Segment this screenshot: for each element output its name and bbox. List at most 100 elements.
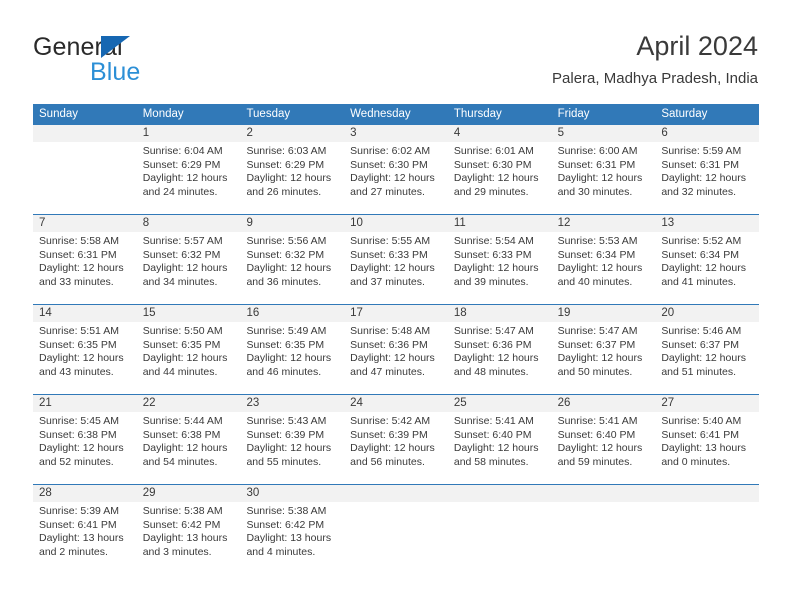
day-cell-23[interactable]: Sunrise: 5:43 AM Sunset: 6:39 PM Daylight:… bbox=[240, 412, 344, 484]
day-cell-14[interactable]: Sunrise: 5:51 AM Sunset: 6:35 PM Daylight:… bbox=[33, 322, 137, 394]
day-cell-30[interactable]: Sunrise: 5:38 AM Sunset: 6:42 PM Daylight:… bbox=[240, 502, 344, 574]
daylight-text-line2: and 44 minutes. bbox=[142, 365, 218, 378]
day-cell-7[interactable]: Sunrise: 5:58 AM Sunset: 6:31 PM Daylight:… bbox=[33, 232, 137, 304]
sunrise-text: Sunrise: 5:42 AM bbox=[350, 415, 431, 427]
day-number-6[interactable]: 6 bbox=[655, 125, 759, 142]
day-number-empty bbox=[448, 485, 552, 502]
day-detail-band: Sunrise: 5:39 AM Sunset: 6:41 PM Daylight:… bbox=[33, 502, 759, 574]
sunrise-text: Sunrise: 5:54 AM bbox=[453, 235, 534, 247]
day-cell-29[interactable]: Sunrise: 5:38 AM Sunset: 6:42 PM Daylight:… bbox=[137, 502, 241, 574]
day-number-27[interactable]: 27 bbox=[655, 395, 759, 412]
day-number-25[interactable]: 25 bbox=[448, 395, 552, 412]
page-subtitle: Palera, Madhya Pradesh, India bbox=[552, 70, 758, 87]
day-number-14[interactable]: 14 bbox=[33, 305, 137, 322]
sunrise-text: Sunrise: 6:04 AM bbox=[142, 145, 223, 157]
day-cell-28[interactable]: Sunrise: 5:39 AM Sunset: 6:41 PM Daylight:… bbox=[33, 502, 137, 574]
day-number-5[interactable]: 5 bbox=[552, 125, 656, 142]
daylight-text-line1: Daylight: 12 hours bbox=[661, 172, 746, 185]
day-cell-27[interactable]: Sunrise: 5:40 AM Sunset: 6:41 PM Daylight:… bbox=[655, 412, 759, 484]
sunrise-text: Sunrise: 5:57 AM bbox=[142, 235, 223, 247]
day-cell-13[interactable]: Sunrise: 5:52 AM Sunset: 6:34 PM Daylight:… bbox=[655, 232, 759, 304]
weekday-header-monday: Monday bbox=[142, 108, 184, 120]
sunrise-text: Sunrise: 5:47 AM bbox=[453, 325, 534, 337]
day-cell-21[interactable]: Sunrise: 5:45 AM Sunset: 6:38 PM Daylight:… bbox=[33, 412, 137, 484]
sunrise-text: Sunrise: 5:43 AM bbox=[246, 415, 327, 427]
calendar-week-row: 28 29 30 Sunrise: 5:39 AM Sunset: 6:41 PM Day… bbox=[33, 484, 759, 574]
daylight-text-line1: Daylight: 12 hours bbox=[142, 442, 228, 455]
day-number-26[interactable]: 26 bbox=[552, 395, 656, 412]
day-number-4[interactable]: 4 bbox=[448, 125, 552, 142]
daylight-text-line2: and 36 minutes. bbox=[246, 275, 322, 288]
daylight-text-line2: and 32 minutes. bbox=[661, 185, 737, 198]
sunset-text: Sunset: 6:39 PM bbox=[350, 428, 428, 441]
generalblue-logo[interactable]: General Blue bbox=[33, 32, 263, 90]
day-cell-18[interactable]: Sunrise: 5:47 AM Sunset: 6:36 PM Daylight:… bbox=[448, 322, 552, 394]
day-cell-20[interactable]: Sunrise: 5:46 AM Sunset: 6:37 PM Daylight:… bbox=[655, 322, 759, 394]
day-cell-25[interactable]: Sunrise: 5:41 AM Sunset: 6:40 PM Daylight:… bbox=[448, 412, 552, 484]
day-number-band: 21 22 23 24 25 26 27 bbox=[33, 395, 759, 412]
day-cell-10[interactable]: Sunrise: 5:55 AM Sunset: 6:33 PM Daylight:… bbox=[344, 232, 448, 304]
sunset-text: Sunset: 6:29 PM bbox=[246, 158, 325, 171]
day-cell-4[interactable]: Sunrise: 6:01 AM Sunset: 6:30 PM Daylight:… bbox=[448, 142, 552, 214]
day-cell-1[interactable]: Sunrise: 6:04 AM Sunset: 6:29 PM Daylight:… bbox=[137, 142, 241, 214]
day-number-17[interactable]: 17 bbox=[344, 305, 448, 322]
day-cell-19[interactable]: Sunrise: 5:47 AM Sunset: 6:37 PM Daylight:… bbox=[552, 322, 656, 394]
daylight-text-line2: and 40 minutes. bbox=[557, 275, 633, 288]
day-cell-2[interactable]: Sunrise: 6:03 AM Sunset: 6:29 PM Daylight:… bbox=[240, 142, 344, 214]
day-number-22[interactable]: 22 bbox=[137, 395, 241, 412]
day-cell-9[interactable]: Sunrise: 5:56 AM Sunset: 6:32 PM Daylight:… bbox=[240, 232, 344, 304]
sunrise-text: Sunrise: 5:45 AM bbox=[39, 415, 119, 427]
day-number-28[interactable]: 28 bbox=[33, 485, 137, 502]
day-cell-22[interactable]: Sunrise: 5:44 AM Sunset: 6:38 PM Daylight:… bbox=[137, 412, 241, 484]
day-number-13[interactable]: 13 bbox=[655, 215, 759, 232]
daylight-text-line2: and 50 minutes. bbox=[557, 365, 633, 378]
day-detail-band: Sunrise: 5:58 AM Sunset: 6:31 PM Daylight:… bbox=[33, 232, 759, 304]
day-number-19[interactable]: 19 bbox=[552, 305, 656, 322]
day-number-10[interactable]: 10 bbox=[344, 215, 448, 232]
day-cell-6[interactable]: Sunrise: 5:59 AM Sunset: 6:31 PM Daylight:… bbox=[655, 142, 759, 214]
day-number-11[interactable]: 11 bbox=[448, 215, 552, 232]
day-number-20[interactable]: 20 bbox=[655, 305, 759, 322]
day-number-15[interactable]: 15 bbox=[137, 305, 241, 322]
daylight-text-line2: and 55 minutes. bbox=[246, 455, 322, 468]
day-number-3[interactable]: 3 bbox=[344, 125, 448, 142]
day-number-21[interactable]: 21 bbox=[33, 395, 137, 412]
day-number-29[interactable]: 29 bbox=[137, 485, 241, 502]
day-number-16[interactable]: 16 bbox=[240, 305, 344, 322]
daylight-text-line1: Daylight: 13 hours bbox=[661, 442, 746, 455]
day-cell-24[interactable]: Sunrise: 5:42 AM Sunset: 6:39 PM Daylight:… bbox=[344, 412, 448, 484]
sunrise-text: Sunrise: 5:51 AM bbox=[39, 325, 119, 337]
day-cell-15[interactable]: Sunrise: 5:50 AM Sunset: 6:35 PM Daylight:… bbox=[137, 322, 241, 394]
day-number-12[interactable]: 12 bbox=[552, 215, 656, 232]
sunset-text: Sunset: 6:40 PM bbox=[453, 428, 532, 441]
day-number-18[interactable]: 18 bbox=[448, 305, 552, 322]
sunrise-text: Sunrise: 5:56 AM bbox=[246, 235, 327, 247]
day-number-24[interactable]: 24 bbox=[344, 395, 448, 412]
day-cell-11[interactable]: Sunrise: 5:54 AM Sunset: 6:33 PM Daylight:… bbox=[448, 232, 552, 304]
day-cell-12[interactable]: Sunrise: 5:53 AM Sunset: 6:34 PM Daylight:… bbox=[552, 232, 656, 304]
day-number-band: 123456 bbox=[33, 125, 759, 142]
day-cell-3[interactable]: Sunrise: 6:02 AM Sunset: 6:30 PM Daylight:… bbox=[344, 142, 448, 214]
day-number-empty bbox=[33, 125, 137, 142]
day-cell-5[interactable]: Sunrise: 6:00 AM Sunset: 6:31 PM Daylight:… bbox=[552, 142, 656, 214]
day-cell-17[interactable]: Sunrise: 5:48 AM Sunset: 6:36 PM Daylight:… bbox=[344, 322, 448, 394]
day-number-7[interactable]: 7 bbox=[33, 215, 137, 232]
day-cell-26[interactable]: Sunrise: 5:41 AM Sunset: 6:40 PM Daylight:… bbox=[552, 412, 656, 484]
day-number-23[interactable]: 23 bbox=[240, 395, 344, 412]
day-number-30[interactable]: 30 bbox=[240, 485, 344, 502]
daylight-text-line2: and 4 minutes. bbox=[246, 545, 316, 558]
day-number-8[interactable]: 8 bbox=[137, 215, 241, 232]
sunset-text: Sunset: 6:36 PM bbox=[350, 338, 428, 351]
day-number-9[interactable]: 9 bbox=[240, 215, 344, 232]
day-number-2[interactable]: 2 bbox=[240, 125, 344, 142]
sunrise-text: Sunrise: 5:44 AM bbox=[142, 415, 223, 427]
daylight-text-line2: and 56 minutes. bbox=[350, 455, 425, 468]
day-cell-8[interactable]: Sunrise: 5:57 AM Sunset: 6:32 PM Daylight:… bbox=[137, 232, 241, 304]
sunrise-text: Sunrise: 5:55 AM bbox=[350, 235, 431, 247]
day-number-1[interactable]: 1 bbox=[137, 125, 241, 142]
daylight-text-line2: and 52 minutes. bbox=[39, 455, 114, 468]
daylight-text-line1: Daylight: 12 hours bbox=[350, 352, 435, 365]
page-title: April 2024 bbox=[636, 31, 758, 61]
day-cell-16[interactable]: Sunrise: 5:49 AM Sunset: 6:35 PM Daylight:… bbox=[240, 322, 344, 394]
daylight-text-line1: Daylight: 12 hours bbox=[39, 352, 124, 365]
